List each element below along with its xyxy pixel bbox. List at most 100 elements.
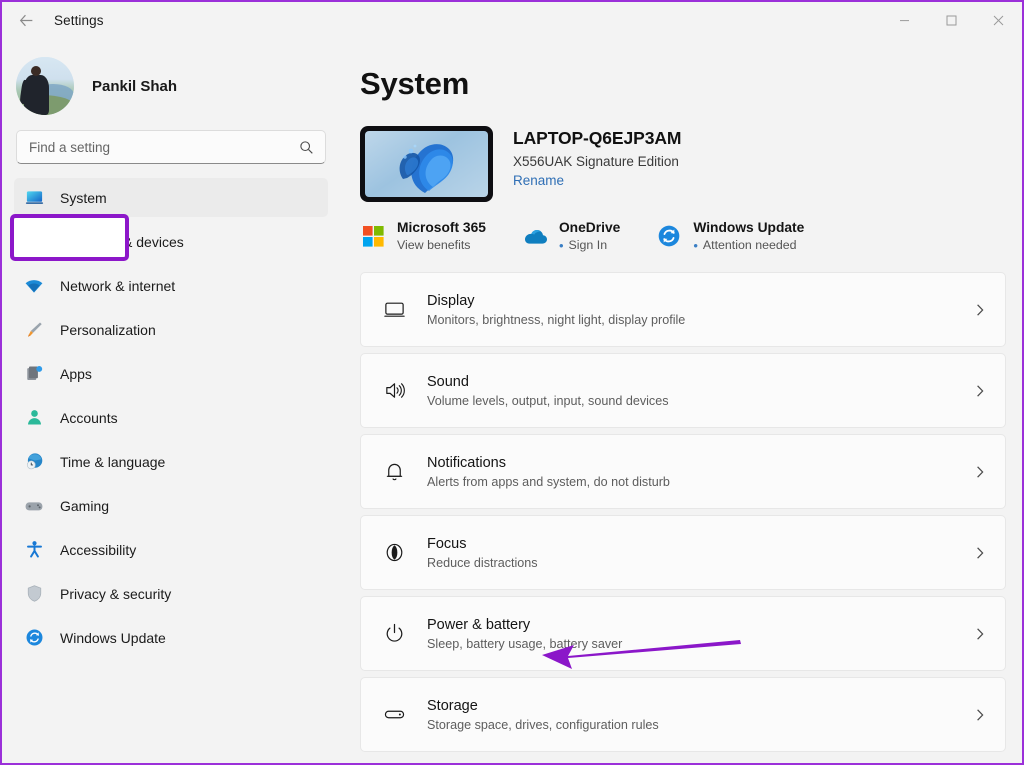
sidebar-item-label: Apps	[60, 365, 92, 382]
quick-link-title: OneDrive	[558, 220, 621, 235]
back-arrow-icon	[19, 14, 32, 26]
sidebar-item-windows-update[interactable]: Windows Update	[14, 618, 328, 657]
sidebar-item-label: Personalization	[60, 321, 156, 338]
quick-link-subtitle: View benefits	[397, 238, 486, 252]
sidebar-item-label: Windows Update	[60, 629, 166, 646]
search-input[interactable]	[17, 139, 325, 155]
bell-icon	[379, 460, 409, 483]
settings-list: Display Monitors, brightness, night ligh…	[340, 272, 1022, 752]
sidebar-item-label: Accessibility	[60, 541, 137, 558]
status-dot: •	[558, 237, 564, 253]
settings-row-text: Power & battery Sleep, battery usage, ba…	[427, 617, 973, 651]
window-controls	[881, 2, 1022, 38]
highlight-system-backing	[14, 218, 125, 257]
sidebar-item-network-internet[interactable]: Network & internet	[14, 266, 328, 305]
sidebar-item-time-language[interactable]: Time & language	[14, 442, 328, 481]
sidebar-item-system[interactable]: System	[14, 178, 328, 217]
display-monitor-icon	[379, 298, 409, 321]
settings-row-subtitle: Reduce distractions	[427, 555, 538, 570]
quick-link-subtitle-text: Sign In	[568, 238, 608, 252]
search-box[interactable]	[16, 130, 326, 164]
settings-row-display[interactable]: Display Monitors, brightness, night ligh…	[360, 272, 1006, 347]
quick-link-title: Microsoft 365	[397, 220, 486, 235]
quick-link-subtitle-text: Attention needed	[702, 238, 797, 252]
device-summary: LAPTOP-Q6EJP3AM X556UAK Signature Editio…	[340, 102, 1022, 202]
user-profile[interactable]: Pankil Shah	[2, 38, 340, 115]
quick-link-subtitle-text: View benefits	[397, 238, 471, 252]
minimize-icon	[900, 19, 909, 21]
maximize-icon	[946, 15, 957, 25]
windows-bloom-wallpaper	[365, 131, 488, 197]
settings-row-storage[interactable]: Storage Storage space, drives, configura…	[360, 677, 1006, 752]
chevron-right-icon	[973, 627, 987, 641]
gamepad-icon	[24, 496, 44, 516]
device-thumbnail	[360, 126, 493, 202]
minimize-button[interactable]	[881, 2, 928, 38]
close-icon	[993, 15, 1004, 25]
sidebar-item-label: Network & internet	[60, 277, 176, 294]
microsoft-logo-icon	[360, 223, 386, 249]
settings-row-notifications[interactable]: Notifications Alerts from apps and syste…	[360, 434, 1006, 509]
window-title: Settings	[54, 12, 104, 28]
monitor-icon	[24, 188, 44, 208]
settings-row-text: Storage Storage space, drives, configura…	[427, 698, 973, 732]
sidebar-item-label: Privacy & security	[60, 585, 172, 602]
settings-row-sound[interactable]: Sound Volume levels, output, input, soun…	[360, 353, 1006, 428]
sidebar-item-apps[interactable]: Apps	[14, 354, 328, 393]
quick-link-windows-update[interactable]: Windows Update • Attention needed	[656, 220, 804, 252]
wifi-icon	[24, 276, 44, 296]
focus-moon-icon	[379, 541, 409, 564]
storage-drive-icon	[379, 703, 409, 726]
sidebar-item-label: Accounts	[60, 409, 118, 426]
settings-row-text: Focus Reduce distractions	[427, 536, 973, 570]
main-content: System LAPTOP-Q6EJP3AM X556UAK Signature…	[340, 38, 1022, 763]
profile-name: Pankil Shah	[92, 77, 178, 95]
person-icon	[24, 408, 44, 428]
paintbrush-icon	[24, 320, 44, 340]
maximize-button[interactable]	[928, 2, 975, 38]
update-refresh-icon	[24, 628, 44, 648]
quick-link-subtitle: • Sign In	[559, 238, 620, 252]
search-container	[2, 114, 340, 164]
shield-icon	[24, 584, 44, 604]
sidebar-item-accounts[interactable]: Accounts	[14, 398, 328, 437]
chevron-right-icon	[973, 546, 987, 560]
quick-link-subtitle: • Attention needed	[693, 238, 804, 252]
settings-row-subtitle: Storage space, drives, configuration rul…	[427, 717, 659, 732]
settings-window: Settings Pankil Shah Find a setting Syst…	[0, 0, 1024, 765]
settings-row-text: Notifications Alerts from apps and syste…	[427, 455, 973, 489]
settings-row-title: Focus	[427, 535, 467, 552]
settings-row-title: Sound	[427, 373, 469, 390]
search-icon	[299, 140, 314, 155]
settings-row-title: Storage	[427, 697, 478, 714]
settings-row-text: Sound Volume levels, output, input, soun…	[427, 374, 973, 408]
device-model: X556UAK Signature Edition	[513, 154, 679, 169]
page-title: System	[360, 66, 470, 101]
rename-link[interactable]: Rename	[513, 173, 681, 188]
settings-row-title: Display	[427, 292, 475, 309]
quick-link-title: Windows Update	[693, 220, 805, 235]
settings-row-power-battery[interactable]: Power & battery Sleep, battery usage, ba…	[360, 596, 1006, 671]
settings-row-focus[interactable]: Focus Reduce distractions	[360, 515, 1006, 590]
settings-row-subtitle: Alerts from apps and system, do not dist…	[427, 474, 670, 489]
update-refresh-icon	[656, 223, 682, 249]
sidebar-item-accessibility[interactable]: Accessibility	[14, 530, 328, 569]
quick-link-microsoft-365[interactable]: Microsoft 365 View benefits	[360, 220, 486, 252]
settings-row-title: Notifications	[427, 454, 506, 471]
close-button[interactable]	[975, 2, 1022, 38]
sidebar-item-privacy-security[interactable]: Privacy & security	[14, 574, 328, 613]
sidebar-item-personalization[interactable]: Personalization	[14, 310, 328, 349]
speaker-icon	[379, 379, 409, 402]
sidebar-item-gaming[interactable]: Gaming	[14, 486, 328, 525]
quick-link-onedrive[interactable]: OneDrive • Sign In	[522, 220, 620, 252]
sidebar-item-label: System	[60, 189, 107, 206]
accessibility-icon	[24, 540, 44, 560]
chevron-right-icon	[973, 384, 987, 398]
settings-row-text: Display Monitors, brightness, night ligh…	[427, 293, 973, 327]
apps-icon	[24, 364, 44, 384]
sidebar: Pankil Shah Find a setting System & devi…	[2, 38, 340, 763]
power-icon	[379, 622, 409, 645]
settings-row-subtitle: Sleep, battery usage, battery saver	[427, 636, 623, 651]
back-button[interactable]	[10, 4, 42, 36]
quick-links: Microsoft 365 View benefits OneDrive • S…	[340, 202, 1022, 252]
